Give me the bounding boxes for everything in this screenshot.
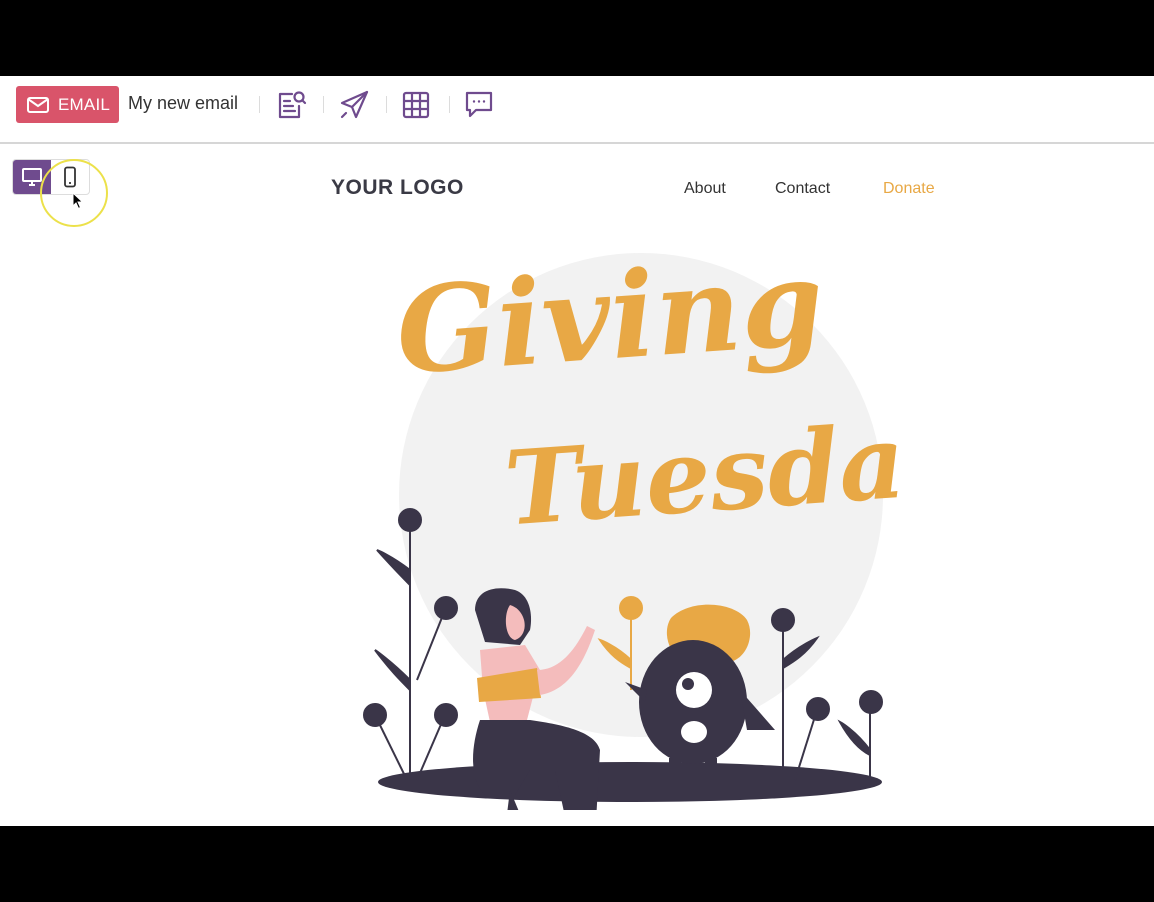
nav-link-donate[interactable]: Donate — [883, 180, 935, 198]
layout-grid-button[interactable] — [399, 88, 433, 122]
envelope-icon — [27, 96, 49, 113]
toolbar-divider — [449, 96, 450, 113]
hero-illustration: Giving Tuesday — [363, 250, 905, 810]
nav-link-about[interactable]: About — [684, 180, 726, 198]
mouse-cursor-icon — [72, 192, 84, 210]
ground-shadow — [378, 762, 882, 802]
nav-link-contact[interactable]: Contact — [775, 180, 830, 198]
grid-icon — [402, 91, 430, 119]
toolbar-divider — [323, 96, 324, 113]
toolbar-divider — [259, 96, 260, 113]
toolbar-divider — [386, 96, 387, 113]
app-window: EMAIL My new email YOUR LOGO About Conta… — [0, 76, 1154, 826]
email-badge-label: EMAIL — [58, 94, 111, 114]
email-badge[interactable]: EMAIL — [16, 86, 119, 123]
document-search-button[interactable] — [274, 88, 308, 122]
send-button[interactable] — [337, 88, 371, 122]
email-name[interactable]: My new email — [128, 93, 238, 114]
device-preview-toggle — [12, 159, 90, 195]
paper-plane-icon — [340, 90, 369, 119]
email-logo: YOUR LOGO — [331, 176, 464, 199]
desktop-view-button[interactable] — [13, 160, 51, 194]
mobile-view-button[interactable] — [51, 160, 89, 194]
toolbar: EMAIL My new email — [0, 76, 1154, 144]
comments-button[interactable] — [462, 88, 496, 122]
mobile-icon — [64, 166, 76, 188]
document-search-icon — [278, 91, 307, 119]
chat-bubble-icon — [465, 91, 493, 118]
desktop-icon — [22, 168, 42, 186]
